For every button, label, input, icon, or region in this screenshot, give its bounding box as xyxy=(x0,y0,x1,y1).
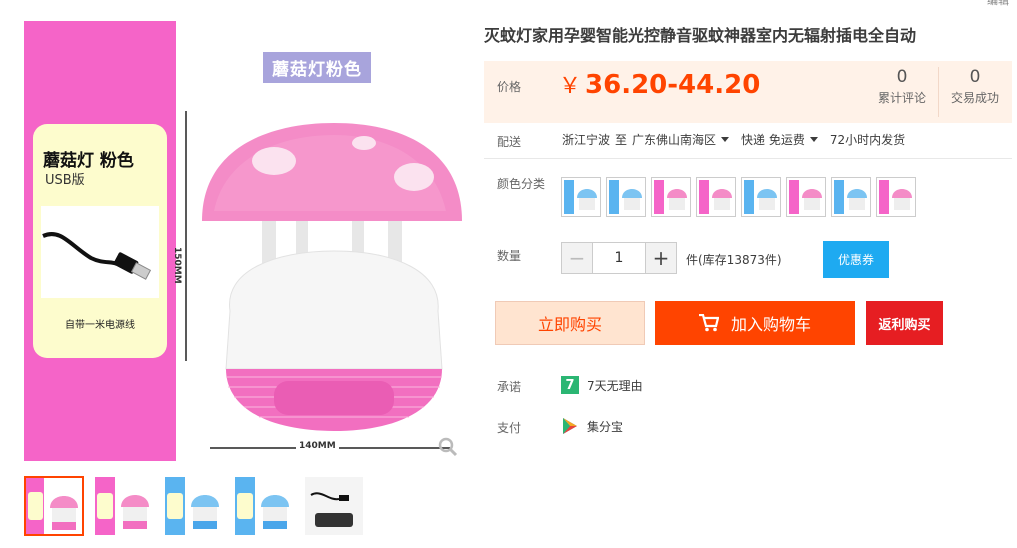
delivery-origin: 浙江宁波 xyxy=(562,133,611,147)
review-label: 累计评论 xyxy=(877,91,926,105)
color-option-8[interactable] xyxy=(876,177,916,217)
color-option-5[interactable] xyxy=(741,177,781,217)
color-options xyxy=(561,177,921,217)
rebate-buy-button[interactable]: 返利购买 xyxy=(866,301,943,345)
promise-label: 承诺 xyxy=(497,380,522,394)
color-option-2[interactable] xyxy=(606,177,646,217)
jifenbao-icon xyxy=(563,418,577,434)
delivery-destination[interactable]: 广东佛山南海区 xyxy=(632,131,716,148)
delivery-method[interactable]: 快递 免运费 xyxy=(741,131,805,148)
card-caption: 自带一米电源线 xyxy=(65,320,135,331)
review-count: 0 xyxy=(896,67,908,87)
card-subtitle: USB版 xyxy=(45,173,85,188)
price-panel: 价格 ￥ 36.20-44.20 0 累计评论 0 交易成功 xyxy=(484,61,1012,123)
dispatch-time: 72小时内发货 xyxy=(829,133,906,147)
payment-label: 支付 xyxy=(497,421,522,435)
buy-now-button[interactable]: 立即购买 xyxy=(495,301,645,345)
promise-row: 7 7天无理由 xyxy=(561,376,643,394)
delivery-label: 配送 xyxy=(497,135,522,149)
add-to-cart-button[interactable]: 加入购物车 xyxy=(655,301,855,345)
usb-info-card: 蘑菇灯 粉色 USB版 自带一米电源线 xyxy=(33,124,167,358)
payment-row: 集分宝 xyxy=(561,417,623,435)
usb-cable-image xyxy=(41,206,159,298)
cart-icon xyxy=(698,314,719,332)
quantity-input[interactable]: 1 xyxy=(593,242,645,274)
product-title: 灭蚊灯家用孕婴智能光控静音驱蚊神器室内无辐射插电全自动 xyxy=(484,26,917,45)
increase-button[interactable]: + xyxy=(645,242,677,274)
thumbnail-4[interactable] xyxy=(234,476,294,536)
trade-label: 交易成功 xyxy=(950,91,999,105)
color-option-7[interactable] xyxy=(831,177,871,217)
delivery-to-word: 至 xyxy=(615,133,628,147)
add-to-cart-label: 加入购物车 xyxy=(730,315,811,334)
promise-text[interactable]: 7天无理由 xyxy=(587,377,643,394)
height-dimension: 150MM xyxy=(172,247,182,284)
mosquito-lamp-image xyxy=(185,111,462,431)
thumbnail-3[interactable] xyxy=(164,476,224,536)
seven-day-icon: 7 xyxy=(561,376,579,394)
width-dimension: 140MM xyxy=(296,441,339,451)
review-stat[interactable]: 0 累计评论 xyxy=(870,67,934,106)
chevron-down-icon[interactable] xyxy=(721,137,730,142)
trade-stat: 0 交易成功 xyxy=(943,67,1007,106)
thumbnail-1[interactable] xyxy=(24,476,84,536)
divider xyxy=(484,158,1012,159)
color-label: 颜色分类 xyxy=(497,177,546,191)
payment-text[interactable]: 集分宝 xyxy=(587,418,623,435)
quantity-label: 数量 xyxy=(497,249,522,263)
thumbnail-strip xyxy=(24,476,374,536)
color-option-4[interactable] xyxy=(696,177,736,217)
main-product-image[interactable]: 蘑菇灯 粉色 USB版 自带一米电源线 蘑菇灯粉色 150MM 140MM xyxy=(24,21,464,461)
stock-info: 件(库存13873件) xyxy=(686,253,782,267)
thumbnail-2[interactable] xyxy=(94,476,154,536)
chevron-down-icon[interactable] xyxy=(809,137,818,142)
decrease-button[interactable]: − xyxy=(561,242,593,274)
price-range: 36.20-44.20 xyxy=(585,70,761,100)
zoom-icon[interactable] xyxy=(438,437,458,457)
price-value: ￥ 36.20-44.20 xyxy=(559,68,760,100)
color-option-6[interactable] xyxy=(786,177,826,217)
coupon-button[interactable]: 优惠券 xyxy=(823,241,889,278)
color-option-1[interactable] xyxy=(561,177,601,217)
color-option-3[interactable] xyxy=(651,177,691,217)
edit-link[interactable]: 编辑 xyxy=(987,0,1009,8)
card-title: 蘑菇灯 粉色 xyxy=(43,151,134,171)
delivery-row: 浙江宁波 至 广东佛山南海区 快递 免运费 72小时内发货 xyxy=(562,131,910,148)
color-badge: 蘑菇灯粉色 xyxy=(263,52,371,83)
quantity-stepper: − 1 + xyxy=(561,242,677,274)
stat-divider xyxy=(938,67,939,117)
trade-count: 0 xyxy=(969,67,981,87)
price-label: 价格 xyxy=(497,80,522,94)
thumbnail-5[interactable] xyxy=(304,476,364,536)
currency-symbol: ￥ xyxy=(559,74,582,99)
